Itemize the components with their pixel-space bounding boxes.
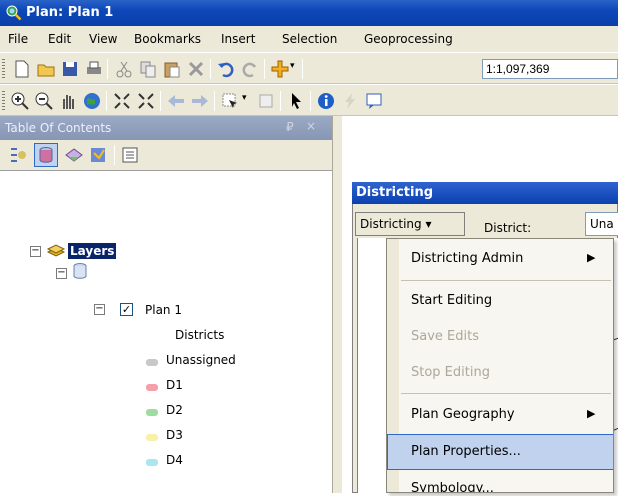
layers-root-label[interactable]: Layers (68, 243, 117, 259)
submenu-arrow-icon: ▶ (587, 251, 596, 264)
menu-item-save-edits[interactable]: Save Edits (387, 319, 613, 355)
legend-item-label: D2 (166, 403, 183, 417)
chevron-down-icon[interactable]: ▾ (242, 93, 247, 103)
legend-swatch (146, 459, 158, 466)
cut-icon[interactable] (114, 59, 134, 79)
legend-swatch (146, 434, 158, 441)
pin-icon[interactable]: ₽ (286, 120, 294, 134)
zoom-in-icon[interactable] (10, 91, 30, 111)
menu-item-label: Stop Editing (411, 365, 490, 380)
title-bar: Plan: Plan 1 (0, 0, 618, 26)
legend-swatch (146, 409, 158, 416)
back-extent-icon[interactable] (166, 91, 186, 111)
menu-item-label: Start Editing (411, 293, 493, 308)
collapse-database-toggle[interactable]: − (56, 268, 67, 279)
chevron-down-icon[interactable]: ▾ (290, 61, 295, 71)
redo-icon[interactable] (240, 59, 260, 79)
toolbar-grip[interactable] (2, 59, 5, 79)
legend-item-label: D3 (166, 428, 183, 442)
close-icon[interactable]: × (306, 119, 316, 133)
copy-icon[interactable] (138, 59, 158, 79)
print-icon[interactable] (84, 59, 104, 79)
menu-file[interactable]: File (8, 32, 28, 46)
fixed-zoom-out-icon[interactable] (136, 91, 156, 111)
list-by-selection-icon[interactable] (88, 145, 108, 165)
toolbar-grip[interactable] (2, 91, 5, 111)
menu-item-districting-admin[interactable]: Districting Admin ▶ (387, 241, 613, 277)
save-icon[interactable] (60, 59, 80, 79)
toc-tree: − Layers − − ✓ Plan 1 Districts Unassign… (0, 170, 332, 493)
standard-toolbar: ▾ 1:1,097,369 (0, 52, 618, 84)
delete-icon[interactable] (186, 59, 206, 79)
districting-panel-title: Districting (352, 182, 618, 204)
menu-item-stop-editing[interactable]: Stop Editing (387, 355, 613, 391)
menu-item-label: Plan Geography (411, 407, 515, 422)
globe-magnifier-icon (6, 5, 22, 21)
menu-geoprocessing[interactable]: Geoprocessing (364, 32, 453, 46)
toc-title: Table Of Contents (5, 121, 112, 135)
districting-dropdown-label: Districting ▾ (360, 217, 432, 231)
menu-item-label: Symbology... (411, 481, 494, 493)
identify-icon[interactable] (316, 91, 336, 111)
database-icon (73, 263, 87, 279)
collapse-layers-toggle[interactable]: − (30, 246, 41, 257)
districts-group-label: Districts (175, 328, 225, 342)
menu-insert[interactable]: Insert (221, 32, 255, 46)
menu-item-label: Save Edits (411, 329, 479, 344)
clear-selection-icon[interactable] (256, 91, 276, 111)
full-extent-globe-icon[interactable] (82, 91, 102, 111)
menu-bookmarks[interactable]: Bookmarks (134, 32, 201, 46)
layers-stack-icon (46, 244, 66, 257)
districting-menu: Districting Admin ▶ Start Editing Save E… (386, 238, 614, 493)
menu-item-symbology[interactable]: Symbology... (387, 471, 613, 493)
new-document-icon[interactable] (12, 59, 32, 79)
map-scale-input[interactable]: 1:1,097,369 (482, 59, 618, 79)
select-elements-arrow-icon[interactable] (286, 91, 306, 111)
districting-title-text: Districting (356, 185, 434, 200)
legend-item-label: D1 (166, 378, 183, 392)
menu-item-plan-properties[interactable]: Plan Properties... (387, 434, 613, 470)
add-data-icon[interactable] (270, 59, 290, 79)
legend-item-label: D4 (166, 453, 183, 467)
menu-selection[interactable]: Selection (282, 32, 337, 46)
list-by-visibility-icon[interactable] (64, 145, 84, 165)
select-features-icon[interactable] (220, 91, 240, 111)
legend-swatch (146, 359, 158, 366)
menu-item-label: Plan Properties... (411, 444, 521, 459)
submenu-arrow-icon: ▶ (587, 407, 596, 420)
district-select[interactable]: Una (585, 212, 618, 236)
toc-header: Table Of Contents ₽ × (0, 116, 332, 140)
collapse-plan-toggle[interactable]: − (94, 304, 105, 315)
paste-icon[interactable] (162, 59, 182, 79)
zoom-out-icon[interactable] (34, 91, 54, 111)
menu-item-plan-geography[interactable]: Plan Geography ▶ (387, 397, 613, 433)
menu-bar: File Edit View Bookmarks Insert Selectio… (0, 26, 618, 52)
fixed-zoom-in-icon[interactable] (112, 91, 132, 111)
html-popup-icon[interactable] (364, 91, 384, 111)
plan-layer-label[interactable]: Plan 1 (145, 303, 182, 317)
menu-view[interactable]: View (89, 32, 117, 46)
hyperlink-lightning-icon[interactable] (340, 91, 360, 111)
menu-item-label: Districting Admin (411, 251, 524, 266)
district-label: District: (484, 221, 532, 235)
tools-toolbar: ▾ (0, 84, 618, 116)
list-by-drawing-order-icon[interactable] (8, 145, 28, 165)
districting-dropdown-button[interactable]: Districting ▾ (355, 212, 465, 236)
window-title: Plan: Plan 1 (26, 5, 114, 20)
options-icon[interactable] (120, 145, 140, 165)
district-select-value: Una (590, 217, 614, 231)
toc-toolbar (0, 140, 332, 170)
menu-edit[interactable]: Edit (48, 32, 71, 46)
forward-extent-icon[interactable] (190, 91, 210, 111)
panel-splitter[interactable] (332, 116, 342, 493)
open-folder-icon[interactable] (36, 59, 56, 79)
legend-swatch (146, 384, 158, 391)
menu-item-start-editing[interactable]: Start Editing (387, 283, 613, 319)
undo-icon[interactable] (216, 59, 236, 79)
plan-visibility-checkbox[interactable]: ✓ (120, 303, 133, 316)
pan-hand-icon[interactable] (58, 91, 78, 111)
database-source-icon (39, 147, 53, 163)
legend-item-label: Unassigned (166, 353, 236, 367)
